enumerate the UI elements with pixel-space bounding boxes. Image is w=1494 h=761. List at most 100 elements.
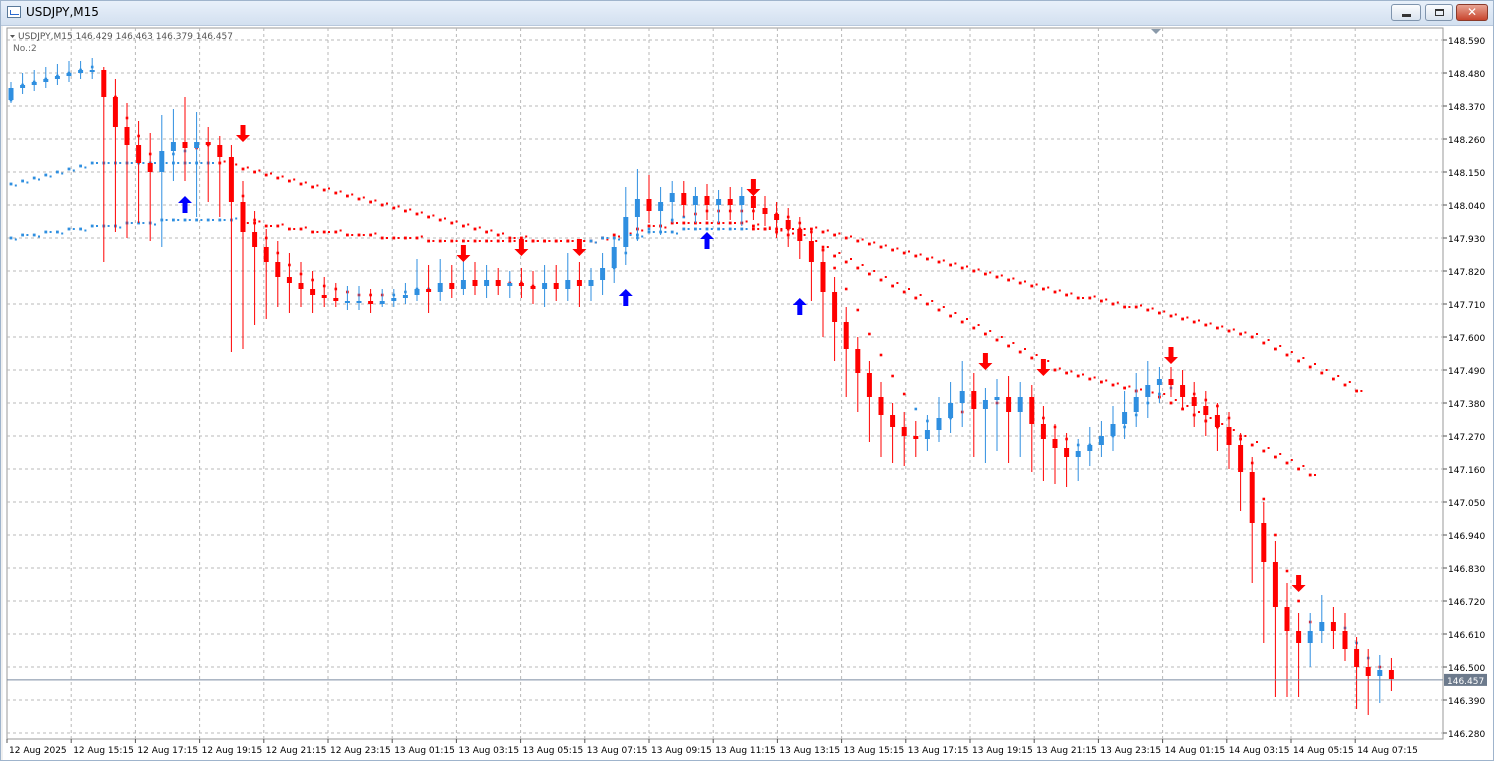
candle-body[interactable] — [890, 415, 896, 427]
candle-body[interactable] — [1342, 631, 1348, 649]
price-chart[interactable]: 148.590 148.480 148.370 148.260 148.150 148.0… — [3, 26, 1493, 760]
candle-body[interactable] — [298, 283, 304, 289]
candle-body[interactable] — [228, 157, 234, 202]
candle-body[interactable] — [692, 196, 698, 205]
candle-body[interactable] — [20, 85, 26, 88]
candle-body[interactable] — [379, 301, 385, 304]
candle-body[interactable] — [1296, 631, 1302, 643]
candle-body[interactable] — [1307, 631, 1313, 643]
candle-body[interactable] — [1284, 607, 1290, 631]
candle-body[interactable] — [588, 280, 594, 286]
candle-body[interactable] — [263, 247, 269, 262]
maximize-button[interactable] — [1425, 4, 1453, 21]
candle-body[interactable] — [855, 349, 861, 373]
candle-body[interactable] — [484, 280, 490, 286]
candle-body[interactable] — [669, 193, 675, 202]
candle-body[interactable] — [1214, 415, 1220, 427]
candle-body[interactable] — [924, 430, 930, 439]
minimize-button[interactable] — [1391, 4, 1421, 21]
candle-body[interactable] — [321, 295, 327, 298]
candle-body[interactable] — [286, 277, 292, 283]
candle-body[interactable] — [170, 142, 176, 151]
candle-body[interactable] — [1365, 667, 1371, 676]
close-button[interactable]: ✕ — [1456, 4, 1488, 21]
candle-body[interactable] — [333, 298, 339, 301]
candle-body[interactable] — [495, 280, 501, 286]
candle-body[interactable] — [472, 280, 478, 286]
candle-body[interactable] — [634, 199, 640, 217]
candle-body[interactable] — [762, 208, 768, 214]
candle-body[interactable] — [704, 196, 710, 205]
candle-body[interactable] — [820, 262, 826, 292]
candle-body[interactable] — [785, 220, 791, 229]
candle-body[interactable] — [66, 73, 72, 76]
candle-body[interactable] — [1145, 385, 1151, 397]
candle-body[interactable] — [542, 283, 548, 289]
candle-body[interactable] — [391, 298, 397, 301]
candle-body[interactable] — [1203, 406, 1209, 415]
candle-body[interactable] — [356, 301, 362, 303]
candle-body[interactable] — [194, 142, 200, 148]
candle-body[interactable] — [866, 373, 872, 397]
candle-body[interactable] — [147, 163, 153, 172]
candle-body[interactable] — [460, 280, 466, 289]
candle-body[interactable] — [205, 142, 211, 145]
candle-body[interactable] — [1110, 424, 1116, 436]
candle-body[interactable] — [89, 70, 95, 72]
candle-body[interactable] — [936, 418, 942, 430]
candle-body[interactable] — [681, 193, 687, 205]
candle-body[interactable] — [1377, 670, 1383, 676]
candle-body[interactable] — [1156, 379, 1162, 385]
candle-body[interactable] — [159, 151, 165, 172]
candle-body[interactable] — [774, 214, 780, 220]
candle-body[interactable] — [1133, 397, 1139, 412]
candle-body[interactable] — [518, 283, 524, 286]
candle-body[interactable] — [217, 145, 223, 157]
candle-body[interactable] — [1064, 448, 1070, 457]
candle-body[interactable] — [252, 232, 258, 247]
candle-body[interactable] — [1388, 670, 1394, 679]
candle-body[interactable] — [1075, 451, 1081, 457]
candle-body[interactable] — [402, 295, 408, 298]
candle-body[interactable] — [1354, 649, 1360, 667]
candle-body[interactable] — [437, 283, 443, 292]
candle-body[interactable] — [808, 241, 814, 262]
candle-body[interactable] — [275, 262, 281, 277]
candle-body[interactable] — [716, 199, 722, 205]
candle-body[interactable] — [994, 397, 1000, 400]
candle-body[interactable] — [1191, 397, 1197, 406]
candle-body[interactable] — [1168, 379, 1174, 385]
candle-body[interactable] — [1040, 424, 1046, 439]
candle-body[interactable] — [43, 79, 49, 82]
candle-body[interactable] — [843, 322, 849, 349]
candle-body[interactable] — [54, 76, 60, 79]
candle-body[interactable] — [959, 391, 965, 403]
candle-body[interactable] — [507, 283, 513, 286]
candle-body[interactable] — [727, 199, 733, 205]
candle-body[interactable] — [1272, 562, 1278, 607]
title-bar[interactable]: USDJPY,M15 ✕ — [1, 1, 1493, 26]
candle-body[interactable] — [414, 289, 420, 295]
candle-body[interactable] — [78, 70, 84, 73]
candle-body[interactable] — [344, 301, 350, 303]
candle-body[interactable] — [1087, 445, 1093, 451]
candle-body[interactable] — [1017, 397, 1023, 412]
candle-body[interactable] — [658, 202, 664, 211]
candle-body[interactable] — [832, 292, 838, 322]
candle-body[interactable] — [1098, 436, 1104, 445]
candle-body[interactable] — [739, 196, 745, 205]
candle-body[interactable] — [1180, 385, 1186, 397]
candle-body[interactable] — [948, 403, 954, 418]
candle-body[interactable] — [901, 427, 907, 436]
candle-body[interactable] — [31, 82, 37, 85]
candle-body[interactable] — [913, 436, 919, 439]
candle-body[interactable] — [182, 142, 188, 148]
candle-body[interactable] — [101, 70, 107, 97]
candle-body[interactable] — [124, 127, 130, 145]
candle-body[interactable] — [878, 397, 884, 415]
candle-body[interactable] — [426, 289, 432, 292]
candle-body[interactable] — [611, 247, 617, 268]
candle-body[interactable] — [1238, 445, 1244, 472]
candle-body[interactable] — [530, 286, 536, 289]
candle-body[interactable] — [565, 280, 571, 289]
